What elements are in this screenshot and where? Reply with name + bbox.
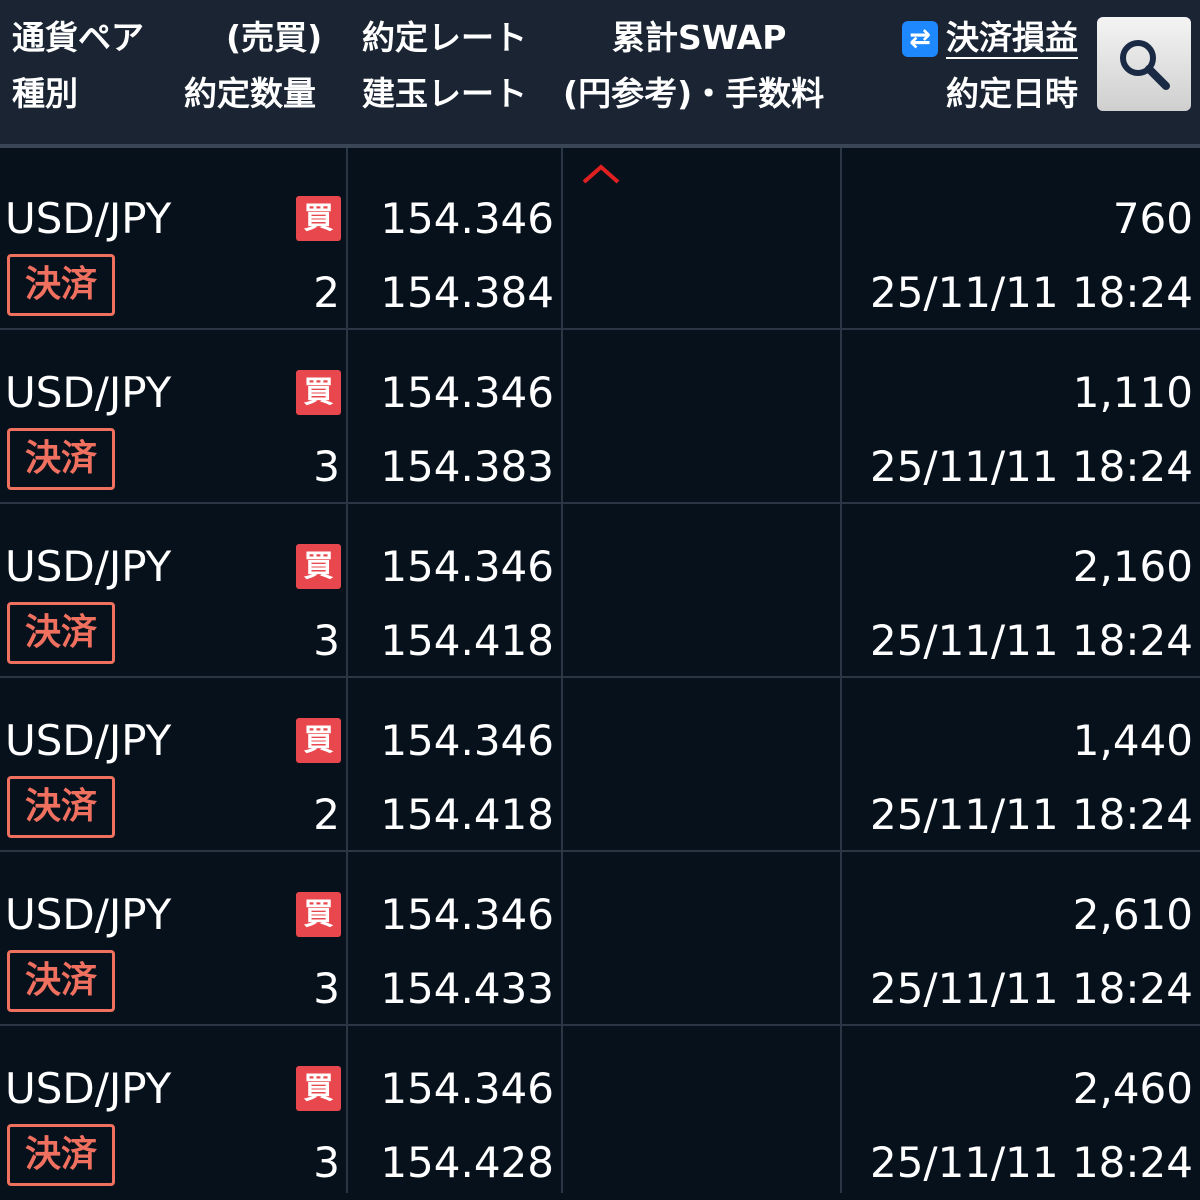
open-rate: 154.383 (380, 442, 554, 491)
table-row[interactable]: USD/JPY 買 決済 3 154.346 154.418 2,160 25/… (0, 504, 1200, 678)
table-row[interactable]: USD/JPY 買 決済 3 154.346 154.433 2,610 25/… (0, 852, 1200, 1026)
exec-rate: 154.346 (380, 1064, 554, 1113)
currency-pair: USD/JPY (5, 890, 172, 939)
exec-rate: 154.346 (380, 194, 554, 243)
currency-pair: USD/JPY (5, 194, 172, 243)
open-rate: 154.418 (380, 616, 554, 665)
open-rate: 154.384 (380, 268, 554, 317)
quantity: 3 (313, 1138, 340, 1187)
settlement-pnl: 2,160 (1072, 542, 1193, 591)
exec-rate: 154.346 (380, 890, 554, 939)
buy-badge: 買 (296, 718, 341, 763)
header-swap: 累計SWAP (612, 18, 787, 57)
buy-badge: 買 (296, 544, 341, 589)
exec-datetime: 25/11/11 18:24 (869, 790, 1193, 839)
open-rate: 154.433 (380, 964, 554, 1013)
open-rate: 154.418 (380, 790, 554, 839)
exec-datetime: 25/11/11 18:24 (869, 442, 1193, 491)
buy-badge: 買 (296, 196, 341, 241)
quantity: 2 (313, 268, 340, 317)
settle-button[interactable]: 決済 (7, 950, 115, 1012)
search-button[interactable] (1097, 17, 1191, 111)
exec-rate: 154.346 (380, 716, 554, 765)
settlement-pnl: 1,110 (1072, 368, 1193, 417)
table-row[interactable]: USD/JPY 買 決済 3 154.346 154.383 1,110 25/… (0, 330, 1200, 504)
table-header: 通貨ペア 種別 (売買) 約定数量 約定レート 建玉レート 累計SWAP (円参… (0, 0, 1200, 144)
settle-button[interactable]: 決済 (7, 1124, 115, 1186)
header-datetime: 約定日時 (946, 74, 1078, 113)
header-pnl-sort[interactable]: 決済損益 (946, 18, 1078, 59)
header-currency-pair: 通貨ペア (12, 18, 144, 57)
quantity: 3 (313, 964, 340, 1013)
currency-pair: USD/JPY (5, 542, 172, 591)
settle-button[interactable]: 決済 (7, 254, 115, 316)
settle-button[interactable]: 決済 (7, 776, 115, 838)
currency-pair: USD/JPY (5, 716, 172, 765)
exec-datetime: 25/11/11 18:24 (869, 268, 1193, 317)
table-row[interactable]: USD/JPY 買 決済 3 154.346 154.428 2,460 25/… (0, 1026, 1200, 1200)
open-rate: 154.428 (380, 1138, 554, 1187)
currency-pair: USD/JPY (5, 1064, 172, 1113)
header-side: (売買) (226, 18, 323, 57)
settlement-pnl: 2,460 (1072, 1064, 1193, 1113)
header-swap-fee: (円参考)・手数料 (563, 74, 825, 113)
header-open-rate: 建玉レート (362, 74, 527, 113)
buy-badge: 買 (296, 370, 341, 415)
exec-datetime: 25/11/11 18:24 (869, 1138, 1193, 1187)
buy-badge: 買 (296, 892, 341, 937)
header-quantity: 約定数量 (184, 74, 316, 113)
buy-badge: 買 (296, 1066, 341, 1111)
search-icon (1120, 40, 1170, 90)
quantity: 3 (313, 616, 340, 665)
settle-button[interactable]: 決済 (7, 428, 115, 490)
settle-button[interactable]: 決済 (7, 602, 115, 664)
quantity: 2 (313, 790, 340, 839)
table-row[interactable]: USD/JPY 買 決済 2 154.346 154.418 1,440 25/… (0, 678, 1200, 852)
settlement-pnl: 760 (1112, 194, 1193, 243)
exec-rate: 154.346 (380, 368, 554, 417)
header-exec-rate: 約定レート (362, 18, 527, 57)
currency-pair: USD/JPY (5, 368, 172, 417)
exec-rate: 154.346 (380, 542, 554, 591)
trade-list[interactable]: USD/JPY 買 決済 2 154.346 154.384 760 25/11… (0, 148, 1200, 1193)
header-pnl[interactable]: 決済損益 (946, 18, 1078, 59)
exec-datetime: 25/11/11 18:24 (869, 616, 1193, 665)
exec-datetime: 25/11/11 18:24 (869, 964, 1193, 1013)
header-type: 種別 (12, 74, 78, 113)
table-row[interactable]: USD/JPY 買 決済 2 154.346 154.384 760 25/11… (0, 156, 1200, 330)
settlement-pnl: 2,610 (1072, 890, 1193, 939)
settlement-pnl: 1,440 (1072, 716, 1193, 765)
quantity: 3 (313, 442, 340, 491)
swap-arrows-icon[interactable]: ⇄ (902, 21, 938, 57)
